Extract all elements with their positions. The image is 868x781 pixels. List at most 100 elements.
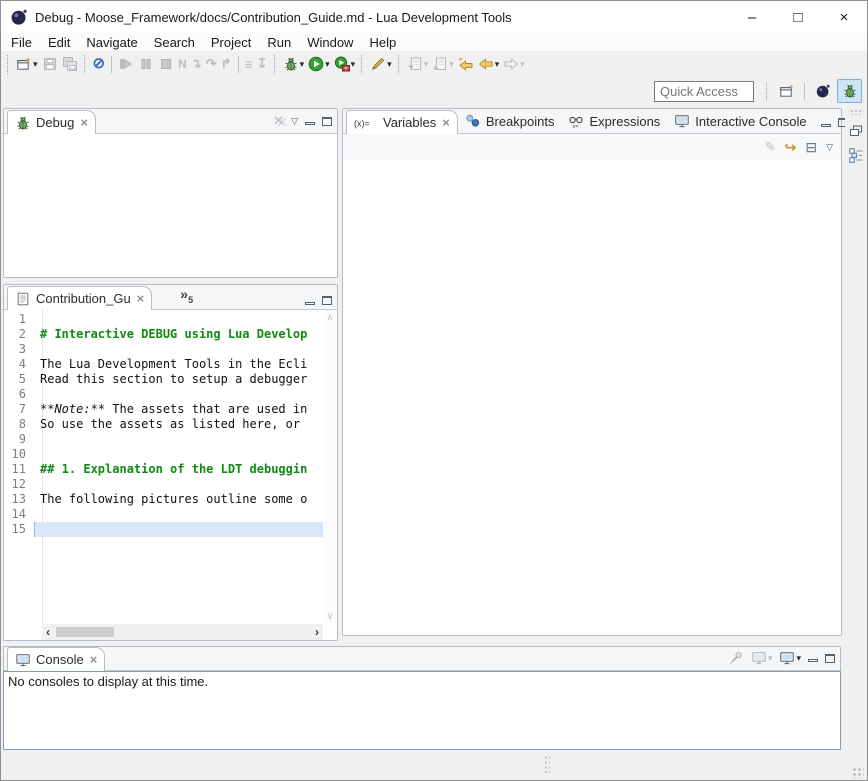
- maximize-button[interactable]: [825, 654, 835, 663]
- chevron-down-icon[interactable]: ▾: [449, 59, 454, 70]
- line-number: 13: [4, 492, 34, 507]
- tab-variables[interactable]: (x)=Variables×: [346, 110, 458, 134]
- tab-breakpoints[interactable]: Breakpoints: [458, 109, 562, 133]
- resume-icon: [118, 56, 134, 72]
- use-step-filters-button: ≡: [243, 52, 255, 76]
- open-perspective-button[interactable]: ✦: [774, 79, 799, 103]
- ldt-logo-icon: [10, 8, 28, 26]
- ldt-perspective-button[interactable]: [810, 79, 835, 103]
- minimize-button[interactable]: [808, 654, 818, 662]
- menu-run[interactable]: Run: [259, 33, 299, 51]
- maximize-button[interactable]: [322, 117, 332, 126]
- menu-navigate[interactable]: Navigate: [78, 33, 145, 51]
- bug-icon: [15, 115, 31, 131]
- doc-down-icon: [407, 56, 423, 72]
- tab-interactive-console[interactable]: ✦Interactive Console: [667, 109, 813, 133]
- debug-perspective-button[interactable]: [837, 79, 862, 103]
- skip-all-breakpoints-button[interactable]: ⊘: [91, 52, 108, 76]
- terminate-button: [156, 52, 176, 76]
- minimize-button[interactable]: [305, 117, 315, 125]
- editor-line: 14: [4, 507, 323, 522]
- pen-tool-button[interactable]: ▾: [368, 52, 394, 76]
- chevron-down-icon[interactable]: ▾: [351, 59, 356, 70]
- scrollbar-thumb[interactable]: [56, 627, 114, 637]
- new-wizard-button[interactable]: ✦▾: [14, 52, 40, 76]
- last-edit-location-button[interactable]: ✦: [456, 52, 476, 76]
- view-menu-button[interactable]: ▽: [291, 116, 298, 127]
- scroll-down-icon[interactable]: ∨: [327, 609, 334, 624]
- resize-grip-icon[interactable]: [852, 767, 864, 779]
- line-number: 14: [4, 507, 34, 522]
- ide-window: Debug - Moose_Framework/docs/Contributio…: [0, 0, 868, 781]
- tab-expressions[interactable]: x=Expressions: [561, 109, 667, 133]
- collapse-all-button[interactable]: ⊟: [805, 139, 817, 156]
- scroll-right-icon[interactable]: ›: [311, 625, 323, 639]
- chevron-down-icon[interactable]: ▾: [796, 653, 801, 664]
- hidden-tabs-chevron[interactable]: »5: [180, 286, 193, 305]
- debug-button[interactable]: ▾: [281, 52, 307, 76]
- floppy-icon: [42, 56, 58, 72]
- chevron-down-icon[interactable]: ▾: [424, 59, 429, 70]
- debug-view-content[interactable]: [4, 134, 337, 277]
- outline-view-button[interactable]: [848, 147, 864, 163]
- console-content: No consoles to display at this time.: [3, 671, 841, 750]
- open-console-button[interactable]: ✦▾: [779, 650, 801, 666]
- chevron-down-icon[interactable]: ▾: [768, 653, 773, 664]
- chevron-down-icon[interactable]: ▾: [520, 59, 525, 70]
- back-button[interactable]: ▾: [476, 52, 502, 76]
- view-menu-button[interactable]: ▽: [826, 142, 833, 153]
- menu-window[interactable]: Window: [299, 33, 361, 51]
- vertical-scrollbar[interactable]: ∧ ∨: [323, 310, 337, 624]
- chevron-down-icon[interactable]: ▾: [387, 59, 392, 70]
- toolbar-handle: [84, 55, 87, 74]
- menu-search[interactable]: Search: [146, 33, 203, 51]
- scroll-up-icon[interactable]: ∧: [327, 310, 334, 325]
- menu-file[interactable]: File: [3, 33, 40, 51]
- maximize-button[interactable]: □: [775, 1, 821, 33]
- minimize-button[interactable]: –: [729, 1, 775, 33]
- show-logical-structures-button[interactable]: ↪: [785, 139, 797, 156]
- next-annotation-button: ▾: [405, 52, 431, 76]
- menu-help[interactable]: Help: [361, 33, 404, 51]
- main-toolbar: ✦▾⊘N↴↷↱≡↧▾▾▾▾▾▾✦▾▾: [1, 51, 867, 77]
- editor-line: 15: [4, 522, 323, 537]
- horizontal-scrollbar[interactable]: ‹ ›: [42, 624, 323, 640]
- toolbar-handle: [274, 55, 277, 74]
- step-filters-icon: ≡: [245, 56, 253, 72]
- minimize-button[interactable]: [821, 119, 831, 127]
- quick-access-input[interactable]: [654, 81, 754, 102]
- editor-line: 11## 1. Explanation of the LDT debuggin: [4, 462, 323, 477]
- play-tools-icon: [334, 56, 350, 72]
- external-tools-button[interactable]: ▾: [332, 52, 358, 76]
- tab-contribution-guide[interactable]: Contribution_Gu ×: [7, 286, 152, 310]
- close-icon[interactable]: ×: [90, 654, 98, 666]
- console-message: No consoles to display at this time.: [4, 672, 840, 691]
- chevron-down-icon[interactable]: ▾: [300, 59, 305, 70]
- line-number: 3: [4, 342, 34, 357]
- step-into-button: ↴: [189, 52, 204, 76]
- tab-debug[interactable]: Debug ×: [7, 110, 96, 134]
- close-icon[interactable]: ×: [442, 117, 450, 129]
- variables-view: (x)=Variables×Breakpointsx=Expressions✦I…: [342, 108, 842, 636]
- editor-content[interactable]: 12# Interactive DEBUG using Lua Develop3…: [4, 310, 337, 640]
- chevron-down-icon[interactable]: ▾: [495, 59, 500, 70]
- breakpoints-icon: [465, 113, 481, 129]
- line-number: 4: [4, 357, 34, 372]
- close-icon[interactable]: ×: [80, 117, 88, 129]
- menu-project[interactable]: Project: [203, 33, 259, 51]
- tab-console[interactable]: Console ×: [7, 647, 105, 671]
- run-button[interactable]: ▾: [306, 52, 332, 76]
- restore-view-button[interactable]: [848, 123, 864, 139]
- sash-drag-handle[interactable]: [544, 755, 550, 773]
- editor-line: 7**Note:** The assets that are used in: [4, 402, 323, 417]
- menu-edit[interactable]: Edit: [40, 33, 78, 51]
- close-button[interactable]: ×: [821, 1, 867, 33]
- minimize-button[interactable]: [305, 297, 315, 305]
- maximize-button[interactable]: [322, 296, 332, 305]
- close-icon[interactable]: ×: [137, 293, 145, 305]
- variables-view-content[interactable]: [343, 160, 841, 635]
- current-line-highlight: [34, 522, 323, 537]
- scroll-left-icon[interactable]: ‹: [42, 625, 54, 639]
- chevron-down-icon[interactable]: ▾: [325, 59, 330, 70]
- chevron-down-icon[interactable]: ▾: [33, 59, 38, 70]
